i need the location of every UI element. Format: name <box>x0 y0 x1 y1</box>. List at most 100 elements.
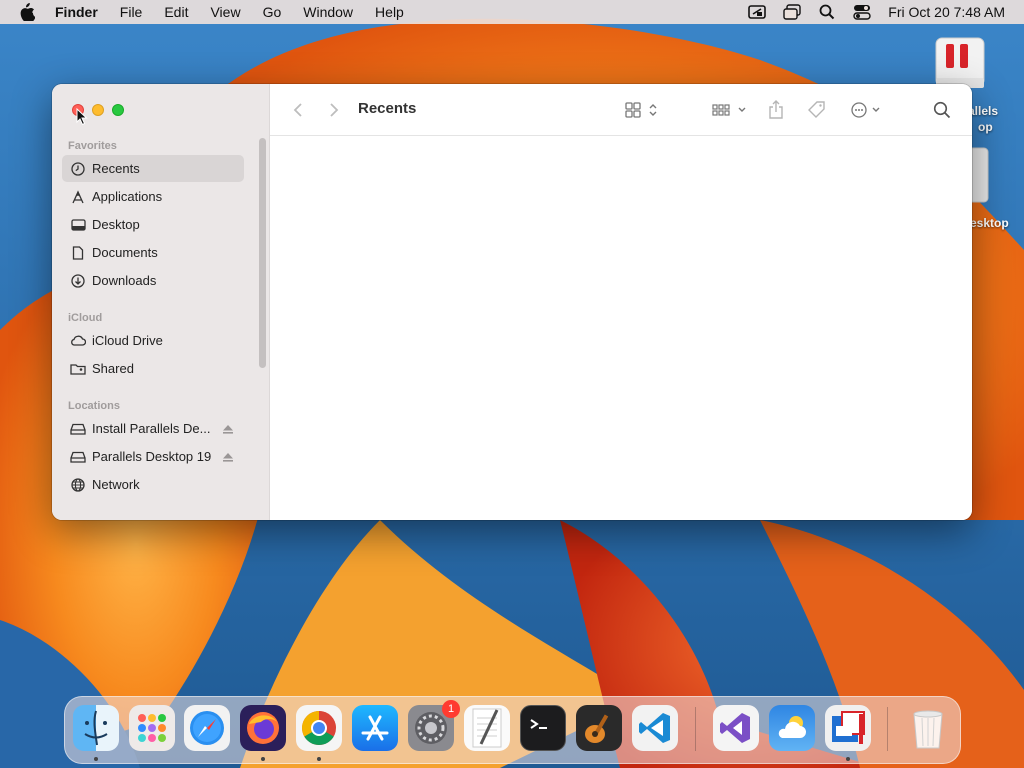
menu-bar: Finder File Edit View Go Window Help Fri… <box>0 0 1024 24</box>
eject-icon[interactable] <box>222 451 234 463</box>
terminal-icon <box>530 719 547 729</box>
group-icon[interactable] <box>710 98 750 122</box>
tag-icon[interactable] <box>806 98 828 122</box>
dock-app-launchpad[interactable] <box>129 705 175 751</box>
parallels-menu-icon[interactable] <box>748 3 767 21</box>
drive-icon <box>70 421 86 437</box>
sidebar-item-parallels-desktop[interactable]: Parallels Desktop 19 <box>62 443 244 470</box>
desktop-icon-label: allels <box>968 104 999 118</box>
dock-app-garageband[interactable] <box>576 705 622 751</box>
sidebar-item-label: Downloads <box>92 273 157 288</box>
dock-app-textedit[interactable] <box>464 705 510 751</box>
cloud-icon <box>70 333 86 349</box>
sidebar-item-label: Install Parallels De... <box>92 421 211 436</box>
finder-toolbar: Recents <box>270 84 972 136</box>
download-icon <box>70 273 86 289</box>
textedit-icon <box>472 708 502 748</box>
sidebar-item-documents[interactable]: Documents <box>62 239 244 266</box>
dock-app-trash[interactable] <box>905 705 951 751</box>
shared-folder-icon <box>70 361 86 377</box>
notification-badge: 1 <box>442 700 460 718</box>
finder-icon <box>84 710 108 746</box>
document-icon <box>70 245 86 261</box>
menu-bar-clock[interactable]: Fri Oct 20 7:48 AM <box>888 4 1005 20</box>
dock-app-finder[interactable] <box>73 705 119 751</box>
trash-icon <box>913 710 943 749</box>
dock: 1 <box>64 696 961 764</box>
dock-app-weather[interactable] <box>769 705 815 751</box>
sidebar-section-favorites: Favorites <box>68 140 117 152</box>
app-store-icon <box>361 715 389 741</box>
spotlight-search-icon[interactable] <box>818 3 836 21</box>
sidebar-item-downloads[interactable]: Downloads <box>62 267 244 294</box>
file-list-area[interactable] <box>270 137 972 520</box>
more-actions-icon[interactable] <box>848 98 886 122</box>
menu-go[interactable]: Go <box>263 4 282 20</box>
running-indicator <box>317 757 321 761</box>
menu-file[interactable]: File <box>120 4 143 20</box>
desktop-icon <box>70 217 86 233</box>
screen-mirroring-icon[interactable] <box>783 3 801 21</box>
vscode-icon <box>639 713 670 743</box>
forward-icon[interactable] <box>324 98 344 122</box>
icon-view-icon[interactable] <box>622 98 662 122</box>
dock-app-safari[interactable] <box>184 705 230 751</box>
mouse-pointer-icon <box>76 108 88 126</box>
chrome-icon <box>302 711 336 745</box>
apple-menu-icon[interactable] <box>19 3 37 21</box>
menu-edit[interactable]: Edit <box>164 4 188 20</box>
dock-separator <box>695 707 696 751</box>
menu-window[interactable]: Window <box>303 4 353 20</box>
dock-app-terminal[interactable] <box>520 705 566 751</box>
menu-app-name[interactable]: Finder <box>55 4 98 20</box>
finder-content: Recents <box>270 84 972 520</box>
sidebar-item-desktop[interactable]: Desktop <box>62 211 244 238</box>
sidebar-scrollbar[interactable] <box>259 138 266 368</box>
sidebar-item-label: Desktop <box>92 217 140 232</box>
weather-icon <box>778 716 806 738</box>
parallels-icon <box>832 711 865 744</box>
zoom-window-button[interactable] <box>112 104 124 116</box>
globe-icon <box>70 477 86 493</box>
finder-window: Favorites Recents Applications Desktop D… <box>52 84 972 520</box>
safari-icon <box>190 711 224 745</box>
sidebar-item-label: Network <box>92 477 140 492</box>
sidebar-item-label: Shared <box>92 361 134 376</box>
desktop-icon-label: esktop <box>970 216 1009 230</box>
sidebar-item-network[interactable]: Network <box>62 471 244 498</box>
desktop-icon-label: op <box>978 120 993 134</box>
sidebar-item-install-parallels[interactable]: Install Parallels De... <box>62 415 244 442</box>
sidebar-item-icloud-drive[interactable]: iCloud Drive <box>62 327 244 354</box>
search-icon[interactable] <box>932 98 952 122</box>
menu-view[interactable]: View <box>210 4 240 20</box>
share-icon[interactable] <box>766 98 786 122</box>
dock-app-firefox[interactable] <box>240 705 286 751</box>
dock-app-app-store[interactable] <box>352 705 398 751</box>
running-indicator <box>94 757 98 761</box>
dock-app-chrome[interactable] <box>296 705 342 751</box>
dock-app-vscode[interactable] <box>632 705 678 751</box>
firefox-icon <box>247 712 279 744</box>
dock-app-system-settings[interactable]: 1 <box>408 700 460 751</box>
sidebar-item-shared[interactable]: Shared <box>62 355 244 382</box>
sidebar-item-label: Recents <box>92 161 140 176</box>
menu-help[interactable]: Help <box>375 4 404 20</box>
dock-app-parallels[interactable] <box>825 705 871 751</box>
running-indicator <box>846 757 850 761</box>
running-indicator <box>261 757 265 761</box>
sidebar-section-locations: Locations <box>68 400 120 412</box>
applications-icon <box>70 189 86 205</box>
dock-separator <box>887 707 888 751</box>
eject-icon[interactable] <box>222 423 234 435</box>
sidebar-item-label: Parallels Desktop 19 <box>92 449 212 464</box>
control-center-icon[interactable] <box>853 3 871 21</box>
minimize-window-button[interactable] <box>92 104 104 116</box>
dock-app-visual-studio[interactable] <box>713 705 759 751</box>
garageband-icon <box>585 714 609 743</box>
sidebar-item-label: iCloud Drive <box>92 333 163 348</box>
sidebar-item-recents[interactable]: Recents <box>62 155 244 182</box>
visual-studio-icon <box>720 713 750 743</box>
sidebar-item-applications[interactable]: Applications <box>62 183 244 210</box>
sidebar-item-label: Applications <box>92 189 163 204</box>
back-icon[interactable] <box>288 98 308 122</box>
